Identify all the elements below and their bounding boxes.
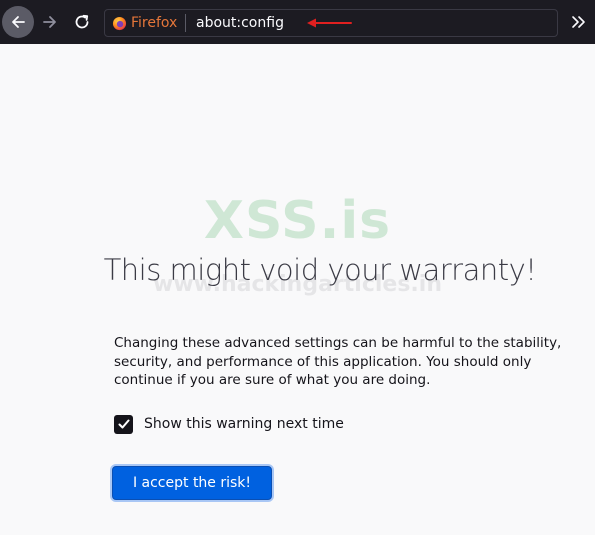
reload-button[interactable] [66, 6, 98, 38]
annotation-arrow-icon [307, 18, 352, 28]
watermark-logo: XSS.is [203, 191, 392, 251]
warning-title: This might void your warranty! [103, 253, 537, 287]
url-bar[interactable]: Firefox about:config [104, 9, 558, 37]
show-warning-checkbox[interactable] [114, 414, 133, 434]
firefox-logo-icon [112, 16, 127, 30]
browser-toolbar: Firefox about:config [0, 0, 595, 44]
identity-box[interactable]: Firefox [112, 14, 177, 32]
warning-description: Changing these advanced settings can be … [114, 335, 562, 388]
forward-arrow-icon [43, 16, 56, 28]
double-chevron-icon [572, 16, 585, 28]
show-warning-label[interactable]: Show this warning next time [144, 416, 344, 432]
checkmark-icon [118, 419, 129, 429]
forward-button[interactable] [34, 6, 66, 38]
back-button[interactable] [2, 6, 34, 38]
identity-label: Firefox [131, 15, 178, 31]
overflow-menu-button[interactable] [566, 10, 592, 34]
url-separator [185, 14, 186, 32]
url-input[interactable]: about:config [196, 14, 284, 32]
reload-icon [75, 14, 89, 29]
show-warning-option[interactable]: Show this warning next time [114, 414, 344, 434]
back-arrow-icon [12, 16, 25, 28]
accept-risk-button[interactable]: I accept the risk! [112, 466, 272, 500]
